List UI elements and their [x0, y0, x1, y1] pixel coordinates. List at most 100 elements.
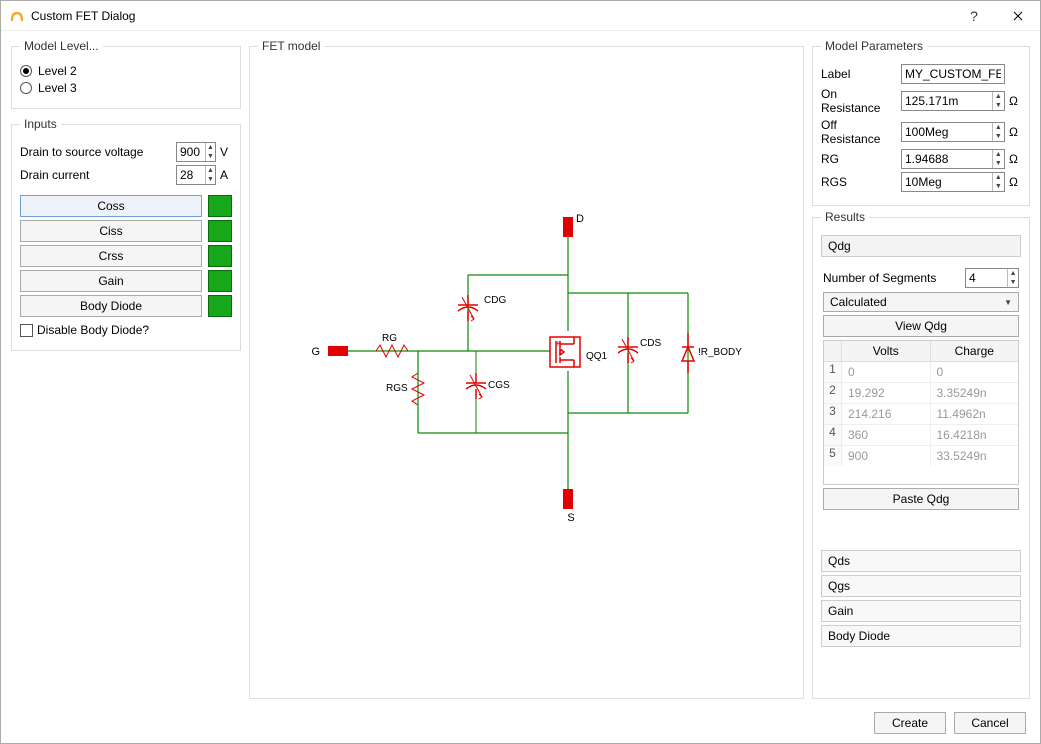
segments-label: Number of Segments [823, 271, 959, 285]
param-row: Off Resistance▲▼Ω [821, 118, 1021, 146]
cell-charge[interactable]: 0 [931, 362, 1019, 382]
section-qdg[interactable]: Qdg [821, 235, 1021, 257]
param-input[interactable]: ▲▼ [901, 149, 1005, 169]
cell-volts[interactable]: 0 [842, 362, 931, 382]
cell-volts[interactable]: 360 [842, 425, 931, 445]
cell-charge[interactable]: 3.35249n [931, 383, 1019, 403]
close-button[interactable] [996, 1, 1040, 31]
schematic-svg: D G S RG RGS [258, 213, 808, 533]
disable-body-diode-checkbox[interactable] [20, 324, 33, 337]
cell-charge[interactable]: 11.4962n [931, 404, 1019, 424]
spin-down-icon[interactable]: ▼ [993, 132, 1004, 141]
radio-icon [20, 82, 32, 94]
spin-down-icon[interactable]: ▼ [206, 175, 215, 184]
param-field[interactable] [902, 150, 992, 168]
param-input[interactable] [901, 64, 1005, 84]
col-volts: Volts [842, 341, 931, 361]
section-gain[interactable]: Gain [821, 600, 1021, 622]
table-row[interactable]: 219.2923.35249n [824, 383, 1018, 404]
model-level-group: Model Level... Level 2 Level 3 [11, 39, 241, 109]
spin-up-icon[interactable]: ▲ [993, 123, 1004, 132]
cell-charge[interactable]: 33.5249n [931, 446, 1019, 466]
vds-unit: V [220, 145, 232, 159]
spin-down-icon[interactable]: ▼ [993, 182, 1004, 191]
svg-text:G: G [311, 346, 320, 358]
cell-volts[interactable]: 900 [842, 446, 931, 466]
param-field[interactable] [902, 65, 1004, 83]
spin-up-icon[interactable]: ▲ [993, 92, 1004, 101]
spin-up-icon[interactable]: ▲ [206, 143, 215, 152]
radio-label: Level 2 [38, 64, 77, 78]
svg-text:RG: RG [382, 333, 397, 344]
vds-input[interactable]: ▲▼ [176, 142, 216, 162]
coss-button[interactable]: Coss [20, 195, 202, 217]
id-unit: A [220, 168, 232, 182]
svg-text:CDS: CDS [640, 338, 661, 349]
spin-up-icon[interactable]: ▲ [993, 173, 1004, 182]
spin-up-icon[interactable]: ▲ [1008, 269, 1018, 278]
spin-down-icon[interactable]: ▼ [1008, 278, 1018, 287]
crss-button[interactable]: Crss [20, 245, 202, 267]
create-button[interactable]: Create [874, 712, 946, 734]
segments-input[interactable]: ▲▼ [965, 268, 1019, 288]
svg-text:!R_BODY: !R_BODY [698, 347, 742, 358]
param-unit: Ω [1009, 125, 1021, 139]
col-charge: Charge [931, 341, 1019, 361]
section-body-diode[interactable]: Body Diode [821, 625, 1021, 647]
param-label: On Resistance [821, 87, 897, 115]
spin-down-icon[interactable]: ▼ [206, 152, 215, 161]
results-table: Volts Charge 100219.2923.35249n3214.2161… [823, 340, 1019, 485]
table-row[interactable]: 100 [824, 362, 1018, 383]
inputs-legend: Inputs [20, 117, 61, 131]
segments-field[interactable] [966, 269, 1007, 287]
id-input[interactable]: ▲▼ [176, 165, 216, 185]
ciss-button[interactable]: Ciss [20, 220, 202, 242]
dialog-footer: Create Cancel [1, 703, 1040, 743]
crss-status-indicator [208, 245, 232, 267]
param-input[interactable]: ▲▼ [901, 172, 1005, 192]
cell-volts[interactable]: 19.292 [842, 383, 931, 403]
param-label: Off Resistance [821, 118, 897, 146]
gain-button[interactable]: Gain [20, 270, 202, 292]
cell-volts[interactable]: 214.216 [842, 404, 931, 424]
paste-qdg-button[interactable]: Paste Qdg [823, 488, 1019, 510]
spin-up-icon[interactable]: ▲ [993, 150, 1004, 159]
svg-text:CGS: CGS [488, 380, 510, 391]
window-title: Custom FET Dialog [31, 9, 952, 23]
model-params-group: Model Parameters LabelOn Resistance▲▼ΩOf… [812, 39, 1030, 206]
spin-up-icon[interactable]: ▲ [206, 166, 215, 175]
cell-charge[interactable]: 16.4218n [931, 425, 1019, 445]
table-row[interactable]: 590033.5249n [824, 446, 1018, 466]
view-qdg-button[interactable]: View Qdg [823, 315, 1019, 337]
radio-level-2[interactable]: Level 2 [20, 64, 232, 78]
fet-model-legend: FET model [258, 39, 324, 53]
cancel-button[interactable]: Cancel [954, 712, 1026, 734]
param-label: RG [821, 152, 897, 166]
body-diode-button[interactable]: Body Diode [20, 295, 202, 317]
disable-body-diode-label: Disable Body Diode? [37, 323, 149, 337]
section-qds[interactable]: Qds [821, 550, 1021, 572]
mode-combo[interactable]: Calculated▼ [823, 292, 1019, 312]
radio-icon [20, 65, 32, 77]
param-label: Label [821, 67, 897, 81]
row-index: 5 [824, 446, 842, 466]
spin-down-icon[interactable]: ▼ [993, 101, 1004, 110]
section-qgs[interactable]: Qgs [821, 575, 1021, 597]
param-input[interactable]: ▲▼ [901, 122, 1005, 142]
row-index: 3 [824, 404, 842, 424]
dialog-window: Custom FET Dialog ? Model Level... Level… [0, 0, 1041, 744]
help-button[interactable]: ? [952, 1, 996, 31]
param-field[interactable] [902, 123, 992, 141]
param-input[interactable]: ▲▼ [901, 91, 1005, 111]
spin-down-icon[interactable]: ▼ [993, 159, 1004, 168]
param-label: RGS [821, 175, 897, 189]
id-field[interactable] [177, 166, 205, 184]
table-row[interactable]: 3214.21611.4962n [824, 404, 1018, 425]
vds-field[interactable] [177, 143, 205, 161]
radio-level-3[interactable]: Level 3 [20, 81, 232, 95]
table-row[interactable]: 436016.4218n [824, 425, 1018, 446]
results-legend: Results [821, 210, 869, 224]
param-row: RGS▲▼Ω [821, 172, 1021, 192]
param-field[interactable] [902, 92, 992, 110]
param-field[interactable] [902, 173, 992, 191]
